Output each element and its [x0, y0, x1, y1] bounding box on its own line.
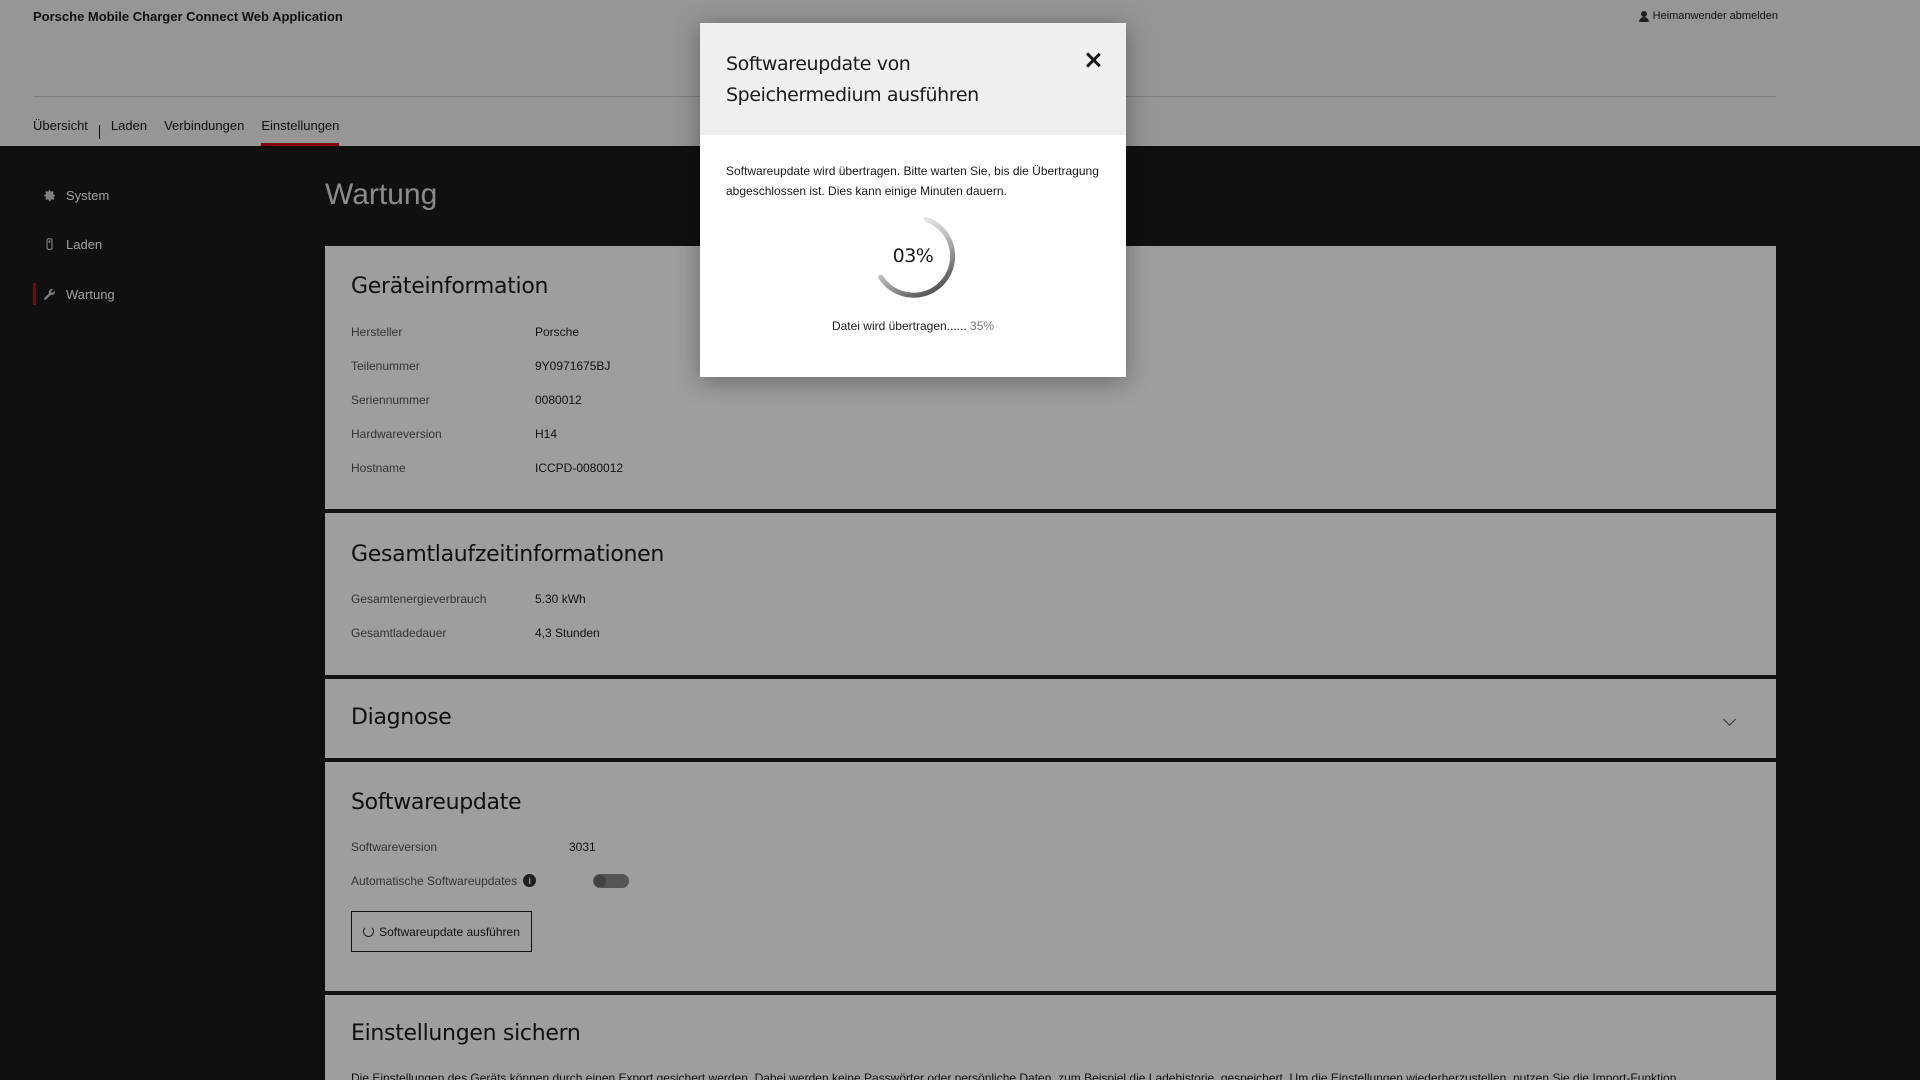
dialog-header: Softwareupdate von Speichermedium ausfüh… — [700, 23, 1126, 135]
dialog-message: Softwareupdate wird übertragen. Bitte wa… — [726, 164, 1099, 198]
progress-label: Datei wird übertragen...... — [831, 319, 967, 333]
spinner-percent: 03% — [892, 245, 934, 267]
software-update-dialog: Softwareupdate von Speichermedium ausfüh… — [700, 23, 1126, 377]
close-icon[interactable] — [1082, 49, 1104, 71]
progress-status: Datei wird übertragen...... 35% — [700, 319, 1126, 333]
progress-spinner: 03% — [870, 213, 956, 299]
progress-percent: 35% — [970, 319, 995, 333]
dialog-title: Softwareupdate von Speichermedium ausfüh… — [726, 53, 979, 106]
